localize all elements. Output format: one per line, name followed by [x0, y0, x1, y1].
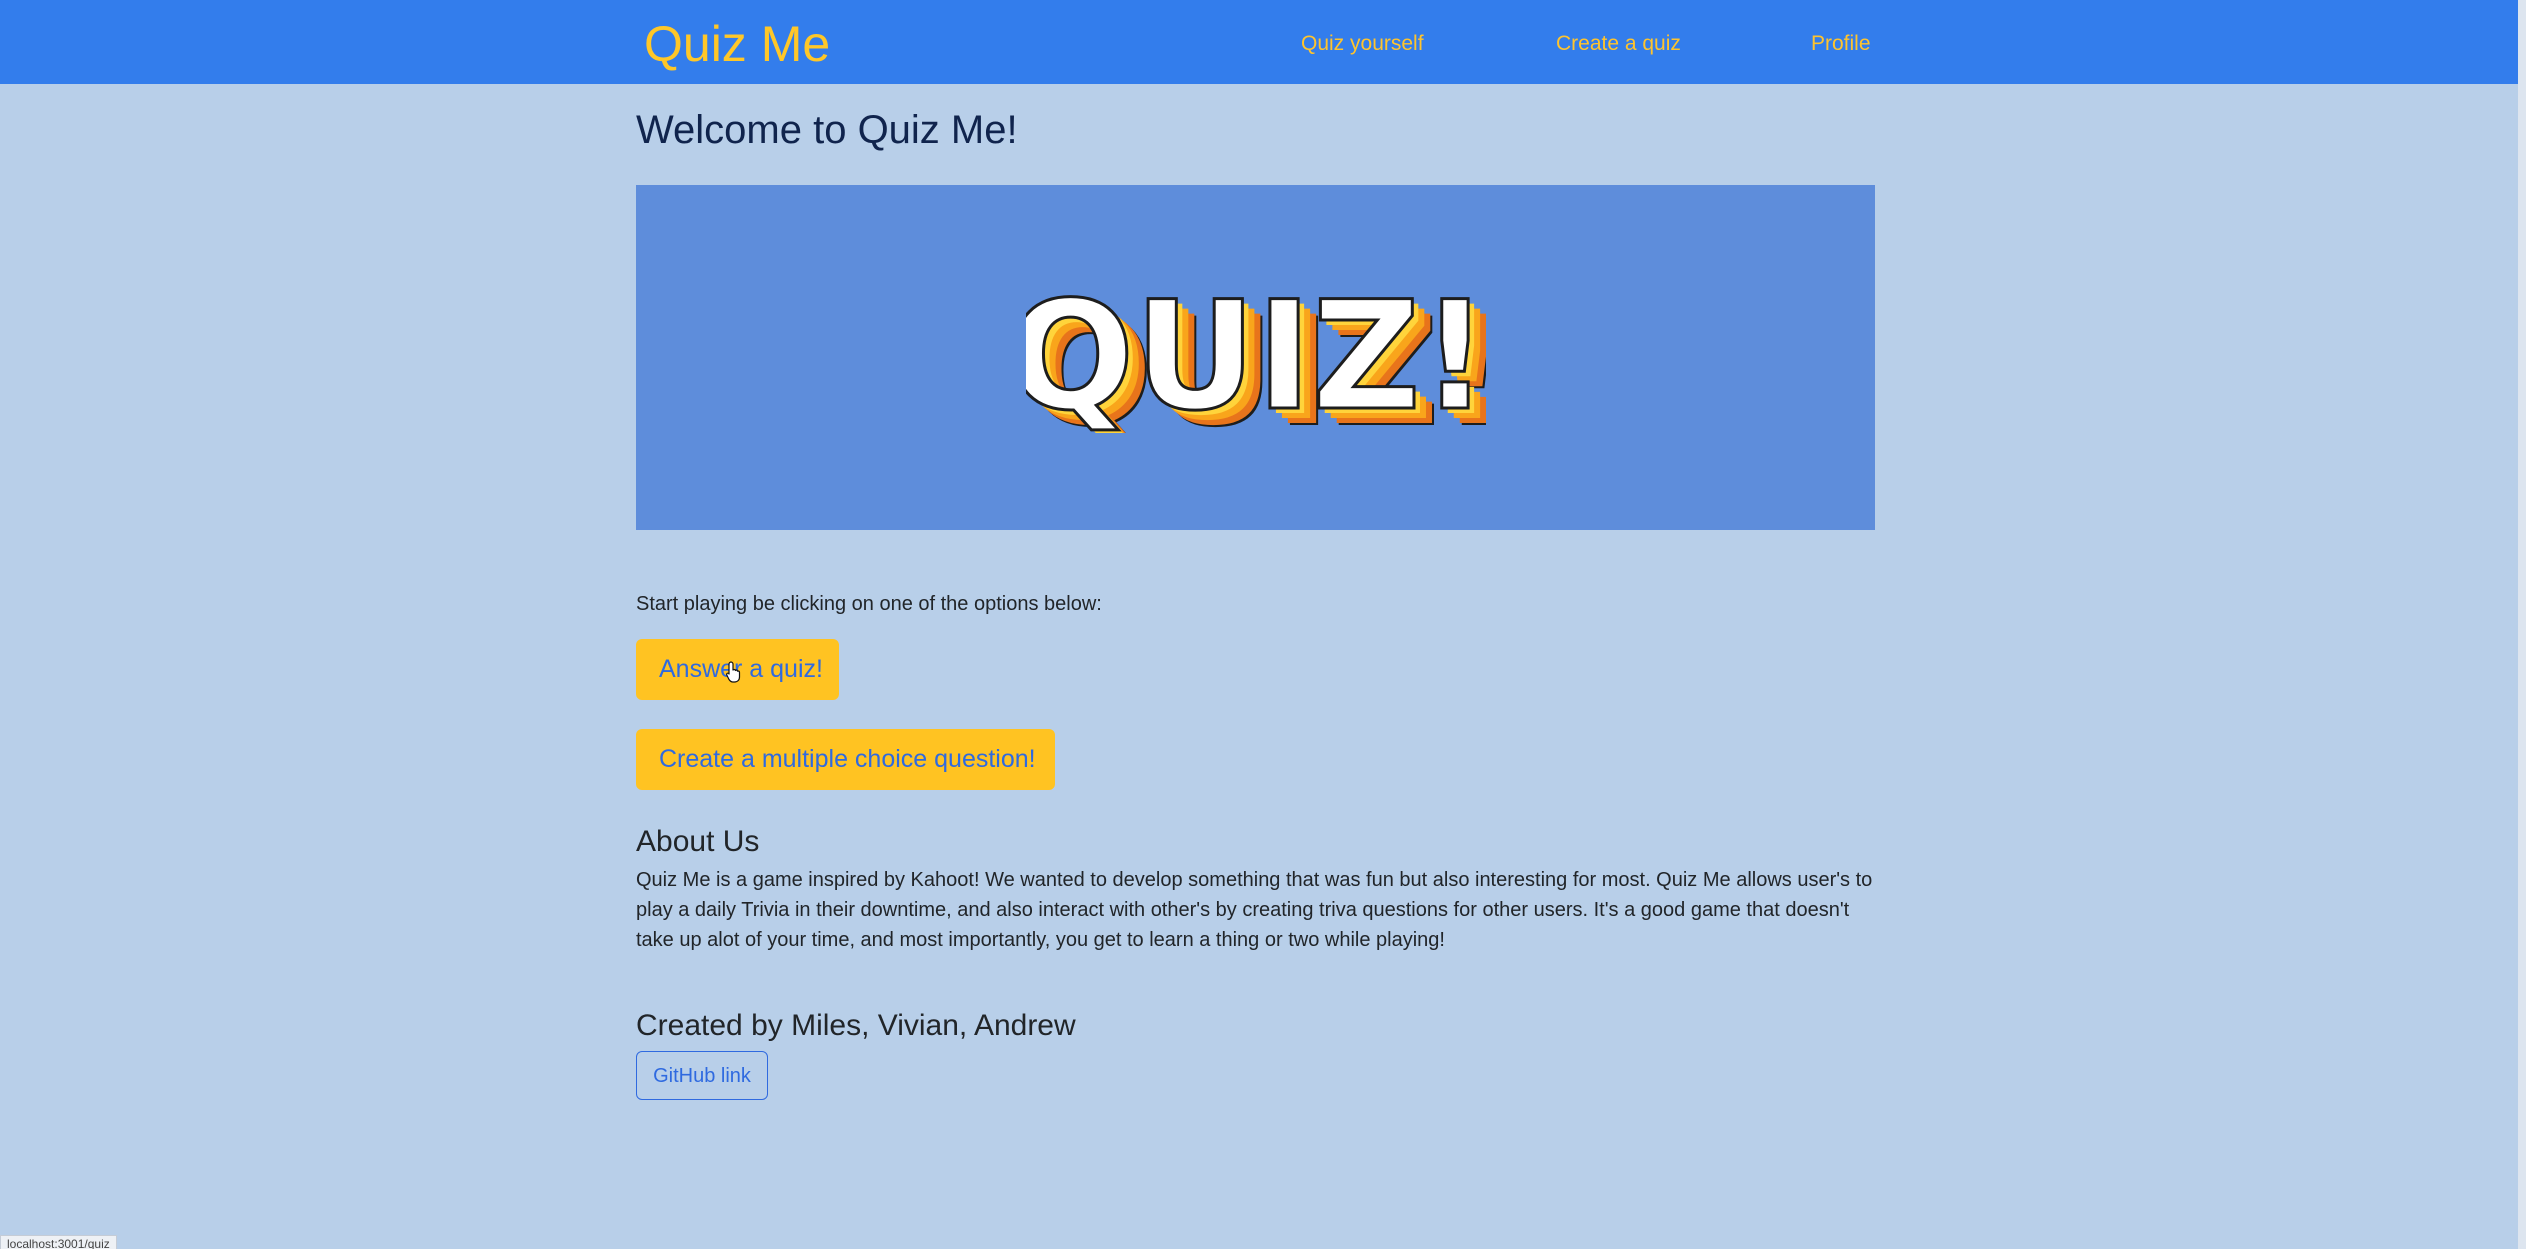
nav-link-quiz-yourself[interactable]: Quiz yourself	[1301, 28, 1424, 60]
answer-quiz-button[interactable]: Answer a quiz!	[636, 639, 839, 700]
status-bar-url: localhost:3001/quiz	[0, 1235, 117, 1249]
about-text: Quiz Me is a game inspired by Kahoot! We…	[636, 869, 1873, 951]
window-scroll-edge	[2518, 0, 2526, 1249]
nav-link-create-a-quiz[interactable]: Create a quiz	[1556, 28, 1681, 60]
create-question-button[interactable]: Create a multiple choice question!	[636, 729, 1055, 790]
hero-banner: QUIZ! QUIZ! QUIZ! QUIZ! QUIZ!	[636, 185, 1875, 530]
intro-text: Start playing be clicking on one of the …	[636, 593, 1102, 615]
navbar: Quiz Me Quiz yourself Create a quiz Prof…	[0, 0, 2518, 84]
brand-logo[interactable]: Quiz Me	[644, 12, 830, 76]
credits-heading: Created by Miles, Vivian, Andrew	[636, 1009, 1076, 1042]
github-link-button[interactable]: GitHub link	[636, 1051, 768, 1100]
about-heading: About Us	[636, 825, 760, 858]
quiz-logo-image: QUIZ! QUIZ! QUIZ! QUIZ! QUIZ!	[1026, 283, 1486, 433]
page-title: Welcome to Quiz Me!	[636, 108, 1018, 152]
nav-link-profile[interactable]: Profile	[1811, 28, 1871, 60]
quiz-logo-face: QUIZ!	[1026, 283, 1486, 433]
